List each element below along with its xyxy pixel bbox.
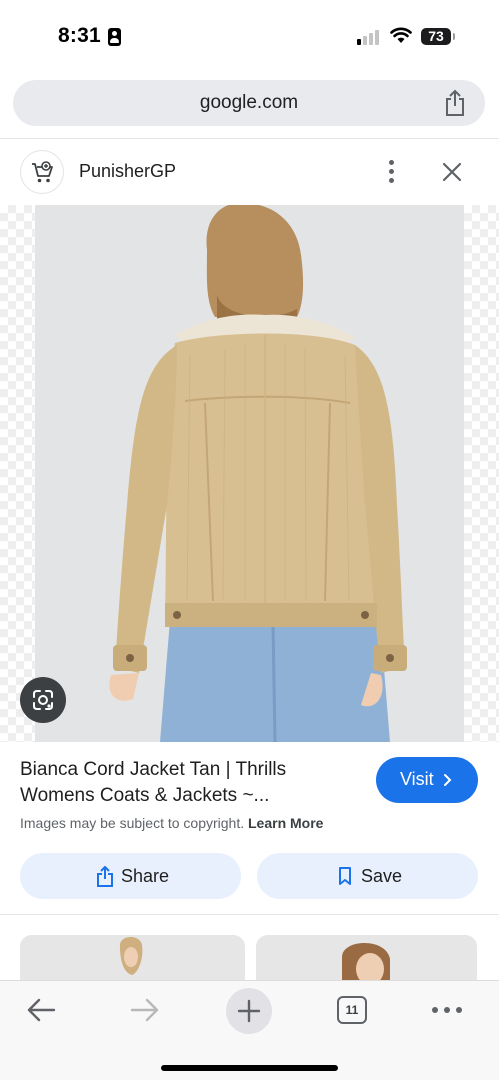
bottom-toolbar: 11: [0, 980, 499, 1080]
related-image-card[interactable]: [256, 935, 477, 985]
source-header: PunisherGP: [0, 146, 499, 198]
result-title[interactable]: Bianca Cord Jacket Tan | Thrills Womens …: [20, 757, 360, 809]
share-icon: [97, 866, 113, 887]
shopping-cart-icon: [32, 161, 53, 183]
google-lens-button[interactable]: [20, 677, 66, 723]
status-bar: 8:31 73: [0, 0, 499, 70]
divider: [0, 914, 499, 915]
back-arrow-icon[interactable]: [26, 997, 56, 1023]
share-button[interactable]: Share: [20, 853, 241, 899]
status-time: 8:31: [58, 24, 101, 47]
share-label: Share: [121, 866, 170, 886]
bookmark-icon: [339, 867, 351, 885]
forward-arrow-icon[interactable]: [130, 997, 160, 1023]
more-horiz-icon[interactable]: [432, 1007, 464, 1015]
related-image-thumbnail: [20, 935, 245, 985]
related-image-card[interactable]: [20, 935, 245, 985]
close-icon[interactable]: [440, 160, 464, 184]
more-vert-icon[interactable]: [382, 158, 402, 186]
copyright-notice: Images may be subject to copyright. Lear…: [20, 815, 323, 831]
learn-more-link[interactable]: Learn More: [248, 815, 323, 831]
chevron-right-icon: [444, 774, 452, 786]
home-indicator: [161, 1065, 338, 1071]
share-icon[interactable]: [443, 89, 467, 117]
related-image-thumbnail: [256, 935, 477, 985]
jacket-photo-illustration: [35, 205, 464, 742]
source-avatar[interactable]: [20, 150, 64, 194]
product-photo[interactable]: [35, 205, 464, 742]
cellular-signal-icon: [357, 29, 381, 45]
divider: [0, 138, 499, 139]
tabs-icon[interactable]: 11: [337, 996, 367, 1024]
google-lens-icon: [33, 690, 53, 710]
plus-icon: [237, 999, 261, 1023]
url-text[interactable]: google.com: [13, 92, 485, 114]
save-button[interactable]: Save: [257, 853, 478, 899]
battery-icon: 73: [421, 28, 455, 45]
new-tab-button[interactable]: [226, 988, 272, 1034]
save-label: Save: [361, 866, 403, 886]
url-bar[interactable]: google.com: [13, 80, 485, 126]
visit-button[interactable]: Visit: [376, 757, 478, 803]
id-card-icon: [108, 28, 121, 46]
wifi-icon: [390, 27, 412, 43]
visit-label: Visit: [400, 769, 434, 789]
image-viewer[interactable]: [0, 205, 499, 742]
copyright-text: Images may be subject to copyright.: [20, 815, 245, 831]
source-name[interactable]: PunisherGP: [79, 161, 176, 182]
